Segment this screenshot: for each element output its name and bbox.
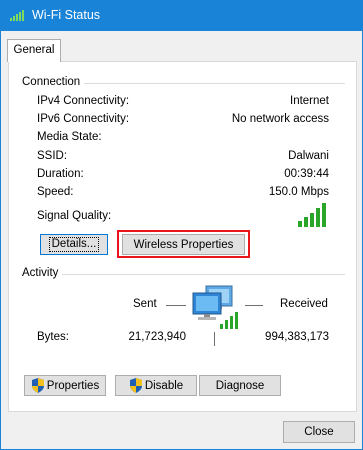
ipv6-connectivity-value: No network access [231,113,329,125]
speed-label: Speed: [37,186,74,198]
disable-button-label: Disable [144,379,184,392]
wifi-signal-icon [10,10,24,21]
activity-group-label: Activity [22,267,63,279]
connection-group-label: Connection [22,76,85,88]
uac-shield-icon [129,378,142,393]
duration-value: 00:39:44 [284,168,329,180]
uac-shield-icon [31,378,44,393]
tab-general[interactable]: General [7,39,61,62]
duration-label: Duration: [37,168,84,180]
properties-button-label: Properties [46,379,100,392]
close-button-label: Close [304,426,334,438]
media-state-label: Media State: [37,131,102,143]
bytes-sent-value: 21,723,940 [128,331,186,343]
details-button-label: Details... [48,237,100,252]
received-label: Received [280,298,328,310]
received-line [245,305,263,306]
sent-label: Sent [133,298,157,310]
window-title: Wi-Fi Status [32,8,101,22]
bytes-label: Bytes: [37,331,69,343]
sent-line [166,305,186,306]
properties-button[interactable]: Properties [24,375,106,396]
diagnose-button[interactable]: Diagnose [199,375,281,396]
activity-group-line [21,274,345,275]
wifi-status-window: Wi-Fi Status General Connection IPv4 Con… [0,0,363,450]
disable-button[interactable]: Disable [115,375,197,396]
signal-quality-bars [298,203,326,227]
wireless-properties-button-label: Wireless Properties [133,238,234,251]
general-tab-panel: Connection IPv4 Connectivity: Internet I… [8,61,357,412]
ipv4-connectivity-value: Internet [290,95,329,107]
bytes-received-value: 994,383,173 [265,331,329,343]
diagnose-button-label: Diagnose [215,379,265,392]
speed-value: 150.0 Mbps [268,186,329,198]
title-bar[interactable]: Wi-Fi Status [1,1,362,31]
activity-divider [214,332,215,346]
wireless-properties-button[interactable]: Wireless Properties [122,234,245,255]
ssid-value: Dalwani [288,150,329,162]
signal-quality-label: Signal Quality: [37,210,112,222]
details-button[interactable]: Details... [40,234,108,255]
ipv6-connectivity-label: IPv6 Connectivity: [37,113,130,125]
ipv4-connectivity-label: IPv4 Connectivity: [37,95,130,107]
close-button[interactable]: Close [283,421,355,443]
network-computers-icon [192,285,238,329]
ssid-label: SSID: [37,150,68,162]
